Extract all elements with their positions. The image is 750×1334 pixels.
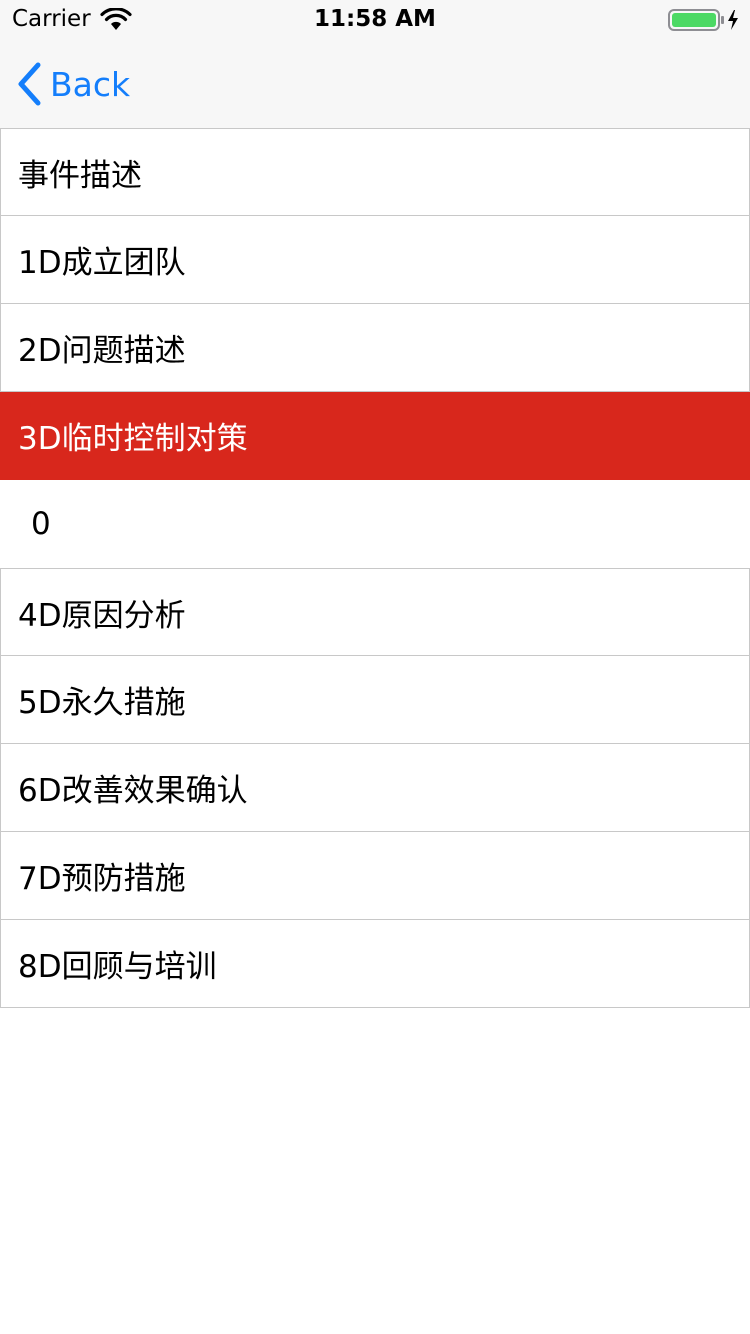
- chevron-left-icon: [18, 62, 41, 106]
- list-item-label: 7D预防措施: [18, 861, 186, 897]
- list-item-event-description[interactable]: 事件描述: [0, 128, 750, 216]
- list-item-label: 3D临时控制对策: [18, 421, 248, 457]
- detail-count-value: 0: [31, 506, 51, 542]
- list-item-6d[interactable]: 6D改善效果确认: [0, 744, 750, 832]
- clock: 11:58 AM: [314, 6, 436, 32]
- list-item-8d[interactable]: 8D回顾与培训: [0, 920, 750, 1008]
- list-item-5d[interactable]: 5D永久措施: [0, 656, 750, 744]
- list-item-label: 事件描述: [18, 157, 142, 194]
- list-item-1d[interactable]: 1D成立团队: [0, 216, 750, 304]
- status-bar: Carrier 11:58 AM: [0, 0, 750, 40]
- step-list: 事件描述 1D成立团队 2D问题描述 3D临时控制对策 0 4D原因分析 5D永…: [0, 128, 750, 1008]
- back-button[interactable]: Back: [14, 60, 130, 108]
- list-item-3d-selected[interactable]: 3D临时控制对策: [0, 392, 750, 480]
- list-item-label: 5D永久措施: [18, 685, 186, 721]
- list-item-label: 6D改善效果确认: [18, 773, 248, 809]
- list-item-4d[interactable]: 4D原因分析: [0, 568, 750, 656]
- list-item-2d[interactable]: 2D问题描述: [0, 304, 750, 392]
- back-label: Back: [50, 64, 131, 104]
- list-item-detail-count: 0: [0, 480, 750, 568]
- list-item-label: 1D成立团队: [18, 245, 186, 281]
- list-item-label: 2D问题描述: [18, 333, 186, 369]
- list-item-label: 8D回顾与培训: [18, 949, 217, 985]
- navigation-bar: Back: [0, 40, 750, 128]
- list-item-label: 4D原因分析: [18, 597, 186, 634]
- list-item-7d[interactable]: 7D预防措施: [0, 832, 750, 920]
- battery-charging-icon: [668, 9, 738, 31]
